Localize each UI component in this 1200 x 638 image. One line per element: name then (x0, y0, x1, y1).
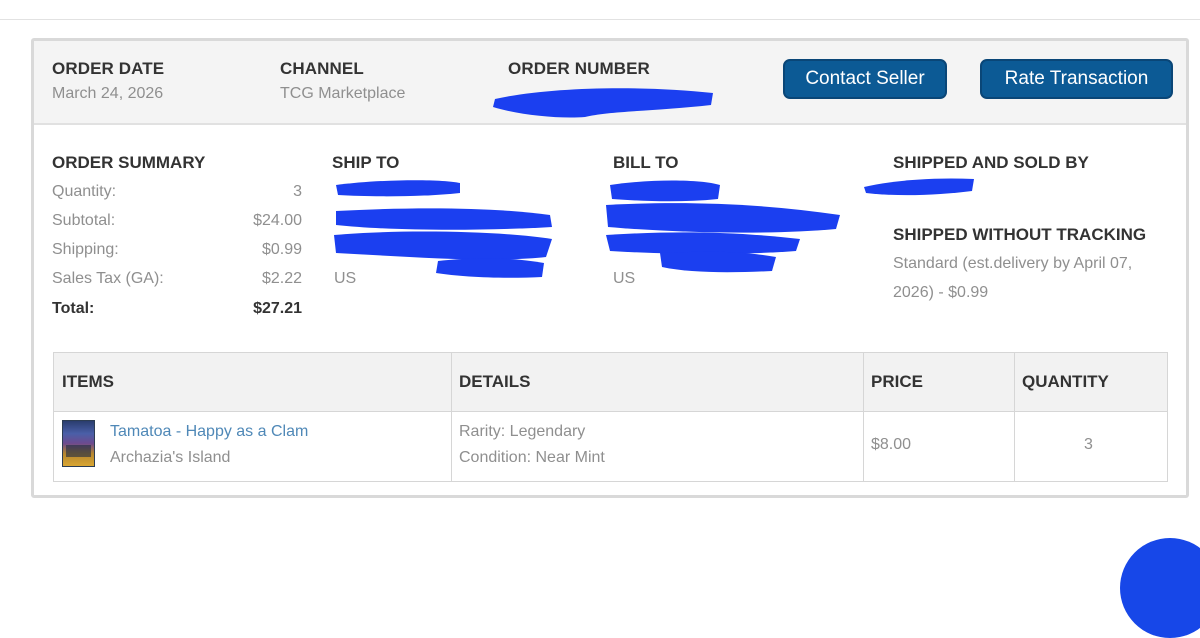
order-number-label: ORDER NUMBER (508, 59, 650, 78)
item-price: $8.00 (871, 436, 912, 453)
item-quantity: 3 (1084, 436, 1093, 453)
order-header: ORDER DATE March 24, 2026 CHANNEL TCG Ma… (34, 41, 1186, 125)
channel-value: TCG Marketplace (280, 85, 406, 102)
summary-total-row: Total: $27.21 (52, 300, 302, 324)
ship-to-redaction (334, 180, 552, 278)
order-card: ORDER DATE March 24, 2026 CHANNEL TCG Ma… (31, 38, 1189, 498)
summary-subtotal-row: Subtotal: $24.00 (52, 212, 302, 236)
column-divider (1014, 353, 1015, 481)
summary-key: Quantity: (52, 183, 117, 200)
summary-shipping-row: Shipping: $0.99 (52, 241, 302, 265)
table-header-row: ITEMS DETAILS PRICE QUANTITY (54, 353, 1167, 412)
shipping-method-line2: 2026) - $0.99 (893, 284, 989, 301)
price-header: PRICE (871, 372, 923, 391)
sold-by-label: SHIPPED AND SOLD BY (893, 153, 1089, 172)
bill-to-redaction (606, 180, 840, 273)
items-table: ITEMS DETAILS PRICE QUANTITY Tamatoa - H… (53, 352, 1168, 482)
card-thumbnail[interactable] (62, 420, 95, 467)
order-date-value: March 24, 2026 (52, 85, 164, 102)
shipping-method-line1: Standard (est.delivery by April 07, (893, 255, 1133, 272)
top-bar (0, 0, 1200, 20)
items-header: ITEMS (62, 372, 114, 391)
channel-label: CHANNEL (280, 59, 364, 78)
summary-value: 3 (293, 183, 302, 200)
bill-to-label: BILL TO (613, 153, 679, 172)
rate-transaction-button[interactable]: Rate Transaction (980, 59, 1173, 99)
order-date-label: ORDER DATE (52, 59, 165, 78)
summary-key: Shipping: (52, 241, 119, 258)
item-set: Archazia's Island (110, 449, 231, 466)
summary-value: $2.22 (261, 270, 302, 287)
floating-action-button[interactable] (1120, 538, 1200, 638)
channel: CHANNEL TCG Marketplace (280, 59, 405, 103)
quantity-header: QUANTITY (1022, 372, 1109, 391)
summary-quantity-row: Quantity: 3 (52, 183, 302, 207)
order-summary-label: ORDER SUMMARY (52, 153, 206, 172)
order-number: ORDER NUMBER (508, 59, 650, 79)
bill-to-country: US (613, 270, 636, 287)
order-date: ORDER DATE March 24, 2026 (52, 59, 164, 103)
summary-value: $0.99 (261, 241, 302, 258)
item-name-link[interactable]: Tamatoa - Happy as a Clam (110, 423, 308, 441)
summary-key: Subtotal: (52, 212, 116, 229)
contact-seller-button[interactable]: Contact Seller (783, 59, 947, 99)
summary-key: Sales Tax (GA): (52, 270, 164, 287)
summary-value: $24.00 (253, 212, 302, 229)
column-divider (863, 353, 864, 481)
ship-to-country: US (334, 270, 357, 287)
ship-to-label: SHIP TO (332, 153, 400, 172)
shipping-method-label: SHIPPED WITHOUT TRACKING (893, 225, 1147, 244)
summary-value: $27.21 (253, 300, 302, 317)
column-divider (451, 353, 452, 481)
details-header: DETAILS (459, 372, 531, 391)
seller-name-redaction (864, 178, 974, 196)
summary-tax-row: Sales Tax (GA): $2.22 (52, 270, 302, 294)
item-rarity: Rarity: Legendary (459, 423, 586, 440)
item-condition: Condition: Near Mint (459, 449, 605, 466)
summary-key: Total: (52, 300, 95, 317)
order-number-redaction (493, 88, 713, 118)
